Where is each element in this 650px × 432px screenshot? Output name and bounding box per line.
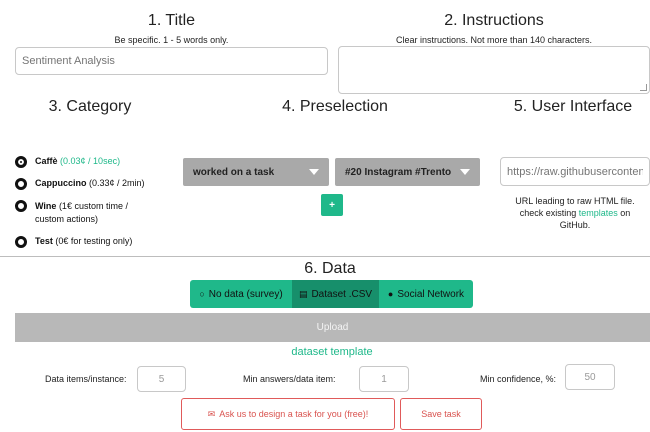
instructions-hint: Clear instructions. Not more than 140 ch… xyxy=(395,35,593,45)
title-heading: 1. Title xyxy=(147,12,196,29)
select-value: #20 Instagram #Trento xyxy=(345,166,452,178)
min-answers-label: Min answers/data item: xyxy=(243,374,336,384)
add-preselection-button[interactable]: + xyxy=(321,194,343,216)
user-interface-heading: 5. User Interface xyxy=(513,98,633,115)
radio-icon[interactable] xyxy=(15,178,27,190)
title-input[interactable] xyxy=(15,47,328,75)
segment-label: Dataset .CSV xyxy=(311,288,373,300)
category-price: (0.33¢ / 2min) xyxy=(89,178,145,188)
globe-icon: ● xyxy=(387,289,394,299)
category-price: (1€ custom time / xyxy=(58,201,128,211)
category-heading: 3. Category xyxy=(48,98,132,115)
dataset-template-link[interactable]: dataset template xyxy=(232,346,432,358)
select-value: worked on a task xyxy=(193,166,275,178)
ui-help-line3: GitHub. xyxy=(559,220,591,230)
category-name: Caffè xyxy=(35,156,58,166)
min-answers-input[interactable]: 1 xyxy=(359,366,409,392)
upload-button[interactable]: Upload xyxy=(15,313,650,342)
items-per-instance-input[interactable]: 5 xyxy=(137,366,186,392)
preselection-heading: 4. Preselection xyxy=(282,98,388,115)
file-icon: ▤ xyxy=(298,288,308,299)
category-name: Wine xyxy=(35,201,57,211)
data-heading: 6. Data xyxy=(304,260,356,277)
segment-label: Social Network xyxy=(397,288,465,300)
min-confidence-label: Min confidence, %: xyxy=(480,374,557,384)
ask-design-label: Ask us to design a task for you (free)! xyxy=(219,409,369,419)
save-task-label: Save task xyxy=(421,409,461,419)
title-hint: Be specific. 1 - 5 words only. xyxy=(114,35,229,45)
preselection-campaign-select[interactable]: #20 Instagram #Trento xyxy=(335,158,480,186)
radio-checked-icon[interactable] xyxy=(15,156,27,168)
ui-help-line1: URL leading to raw HTML file. xyxy=(515,196,635,206)
min-confidence-input[interactable]: 50 xyxy=(565,364,615,390)
data-source-dataset-csv[interactable]: ▤ Dataset .CSV xyxy=(292,280,379,308)
templates-link[interactable]: templates xyxy=(579,208,618,218)
category-name: Cappuccino xyxy=(35,178,87,188)
preselection-task-select[interactable]: worked on a task xyxy=(183,158,329,186)
chevron-down-icon xyxy=(309,169,319,175)
category-price: (0.03¢ / 10sec) xyxy=(60,156,121,166)
category-option-wine[interactable]: Wine (1€ custom time / custom actions) xyxy=(15,200,128,226)
category-name: Test xyxy=(35,236,53,246)
items-per-instance-label: Data items/instance: xyxy=(45,374,127,384)
category-option-cappuccino[interactable]: Cappuccino (0.33¢ / 2min) xyxy=(15,178,145,190)
data-source-no-data[interactable]: ○ No data (survey) xyxy=(190,280,292,308)
ui-help-line2-pre: check existing xyxy=(519,208,579,218)
ask-design-task-button[interactable]: ✉ Ask us to design a task for you (free)… xyxy=(181,398,395,430)
envelope-icon: ✉ xyxy=(207,408,216,419)
ui-help-text: URL leading to raw HTML file. check exis… xyxy=(500,195,650,231)
resize-grip-icon[interactable] xyxy=(640,84,647,91)
save-task-button[interactable]: Save task xyxy=(400,398,482,430)
instructions-heading: 2. Instructions xyxy=(444,12,544,29)
segment-label: No data (survey) xyxy=(208,288,283,300)
category-price-continued: custom actions) xyxy=(35,214,99,224)
section-divider xyxy=(0,256,650,257)
data-source-social-network[interactable]: ● Social Network xyxy=(379,280,473,308)
circle-icon: ○ xyxy=(199,289,205,299)
category-option-caffe[interactable]: Caffè (0.03¢ / 10sec) xyxy=(15,156,120,168)
ui-help-line2-post: on xyxy=(617,208,631,218)
radio-icon[interactable] xyxy=(15,200,27,212)
category-price: (0€ for testing only) xyxy=(55,236,133,246)
category-option-test[interactable]: Test (0€ for testing only) xyxy=(15,236,132,248)
chevron-down-icon xyxy=(460,169,470,175)
ui-url-input[interactable] xyxy=(500,157,650,186)
radio-icon[interactable] xyxy=(15,236,27,248)
instructions-textarea[interactable] xyxy=(338,46,650,94)
